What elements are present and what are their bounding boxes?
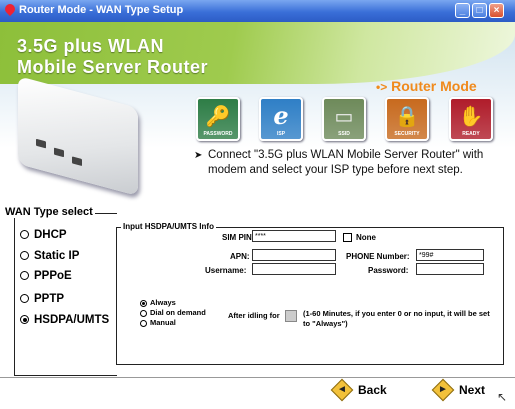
app-icon <box>2 1 18 17</box>
password-input[interactable] <box>416 263 484 275</box>
apn-label: APN: <box>230 252 250 261</box>
wan-option-label: Static IP <box>34 250 80 262</box>
dial-option-label: Dial on demand <box>150 308 206 317</box>
router-device-icon: ▭ <box>334 106 354 128</box>
hand-icon: ✋ <box>458 106 484 128</box>
step-security-tile: 🔒 SECURITY <box>385 97 429 141</box>
router-mode-label: •> Router Mode <box>376 78 477 94</box>
idle-note: (1-60 Minutes, if you enter 0 or no inpu… <box>303 309 490 328</box>
step-ready-tile: ✋ READY <box>449 97 493 141</box>
wan-option-label: PPPoE <box>34 270 72 282</box>
wan-option-hsdpa[interactable]: HSDPA/UMTS <box>20 314 109 326</box>
step-isp-tile: e ISP <box>259 97 303 141</box>
wan-type-legend: WAN Type select <box>3 206 95 218</box>
mode-arrow-icon: •> <box>376 80 388 94</box>
dial-option-manual[interactable]: Manual <box>140 318 176 327</box>
instruction-text: ➤ Connect "3.5G plus WLAN Mobile Server … <box>194 148 512 178</box>
username-label: Username: <box>205 266 247 275</box>
next-arrow-icon: ► <box>431 378 455 402</box>
dial-option-label: Manual <box>150 318 176 327</box>
sim-pin-input[interactable] <box>252 230 336 242</box>
phone-number-input[interactable] <box>416 249 484 261</box>
step-password-tile: 🔑 PASSWORD <box>196 97 240 141</box>
ethernet-port-icon <box>36 138 46 149</box>
wan-option-label: HSDPA/UMTS <box>34 314 110 326</box>
wan-option-pptp[interactable]: PPTP <box>20 293 64 305</box>
password-label: Password: <box>368 266 409 275</box>
key-icon: 🔑 <box>205 106 231 128</box>
radio-pppoe[interactable] <box>20 271 29 281</box>
ethernet-port-icon <box>72 156 82 167</box>
radio-pptp[interactable] <box>20 294 29 304</box>
apn-input[interactable] <box>252 249 336 261</box>
bullet-arrow-icon: ➤ <box>194 150 203 161</box>
minimize-button[interactable]: _ <box>455 3 470 18</box>
back-button[interactable]: ◄ Back <box>330 378 387 403</box>
step-ssid-tile: ▭ SSID <box>322 97 366 141</box>
ie-globe-icon: e <box>273 101 289 130</box>
back-label: Back <box>358 383 387 398</box>
wan-option-label: PPTP <box>34 293 65 305</box>
wan-option-pppoe[interactable]: PPPoE <box>20 270 72 282</box>
title-bar[interactable]: Router Mode - WAN Type Setup _ □ × <box>0 0 515 22</box>
product-title-line2: Mobile Server Router <box>17 57 209 77</box>
dial-option-on-demand[interactable]: Dial on demand <box>140 308 206 317</box>
dial-option-label: Always <box>150 298 176 307</box>
none-checkbox[interactable] <box>343 233 352 242</box>
phone-number-label: PHONE Number: <box>346 252 410 261</box>
step-label: ISP <box>276 131 286 137</box>
radio-dial-on-demand[interactable] <box>140 309 147 317</box>
wan-option-label: DHCP <box>34 229 67 241</box>
back-arrow-icon: ◄ <box>330 378 354 402</box>
next-label: Next <box>459 383 486 398</box>
sim-pin-label: SIM PIN: <box>222 233 255 242</box>
next-button[interactable]: ► Next <box>431 378 486 403</box>
idle-minutes-input[interactable] <box>285 310 297 322</box>
none-label: None <box>356 233 376 242</box>
lock-icon: 🔒 <box>394 106 420 128</box>
radio-static-ip[interactable] <box>20 251 29 261</box>
idle-label: After idling for <box>228 311 280 320</box>
radio-always[interactable] <box>140 299 147 307</box>
footer-divider <box>0 377 515 378</box>
step-label: SECURITY <box>394 131 420 137</box>
radio-dhcp[interactable] <box>20 230 29 240</box>
wan-option-static-ip[interactable]: Static IP <box>20 250 79 262</box>
step-label: SSID <box>338 131 350 137</box>
dial-option-always[interactable]: Always <box>140 298 176 307</box>
window-title: Router Mode - WAN Type Setup <box>19 4 184 16</box>
hsdpa-info-group <box>116 227 504 365</box>
radio-manual[interactable] <box>140 319 147 327</box>
close-button[interactable]: × <box>489 3 504 18</box>
wan-option-dhcp[interactable]: DHCP <box>20 229 67 241</box>
maximize-button[interactable]: □ <box>472 3 487 18</box>
username-input[interactable] <box>252 263 336 275</box>
ethernet-port-icon <box>54 147 64 158</box>
hsdpa-info-legend: Input HSDPA/UMTS Info <box>121 222 216 231</box>
product-title-line1: 3.5G plus WLAN <box>17 36 165 56</box>
mouse-cursor-icon: ↖ <box>497 390 508 404</box>
router-mode-text: Router Mode <box>391 78 477 94</box>
radio-hsdpa[interactable] <box>20 315 29 325</box>
step-label: PASSWORD <box>203 131 233 137</box>
wizard-window: Router Mode - WAN Type Setup _ □ × 3.5G … <box>0 0 515 409</box>
instruction-body: Connect "3.5G plus WLAN Mobile Server Ro… <box>208 149 484 176</box>
product-title: 3.5G plus WLAN Mobile Server Router <box>17 36 208 78</box>
step-label: READY <box>462 131 480 137</box>
